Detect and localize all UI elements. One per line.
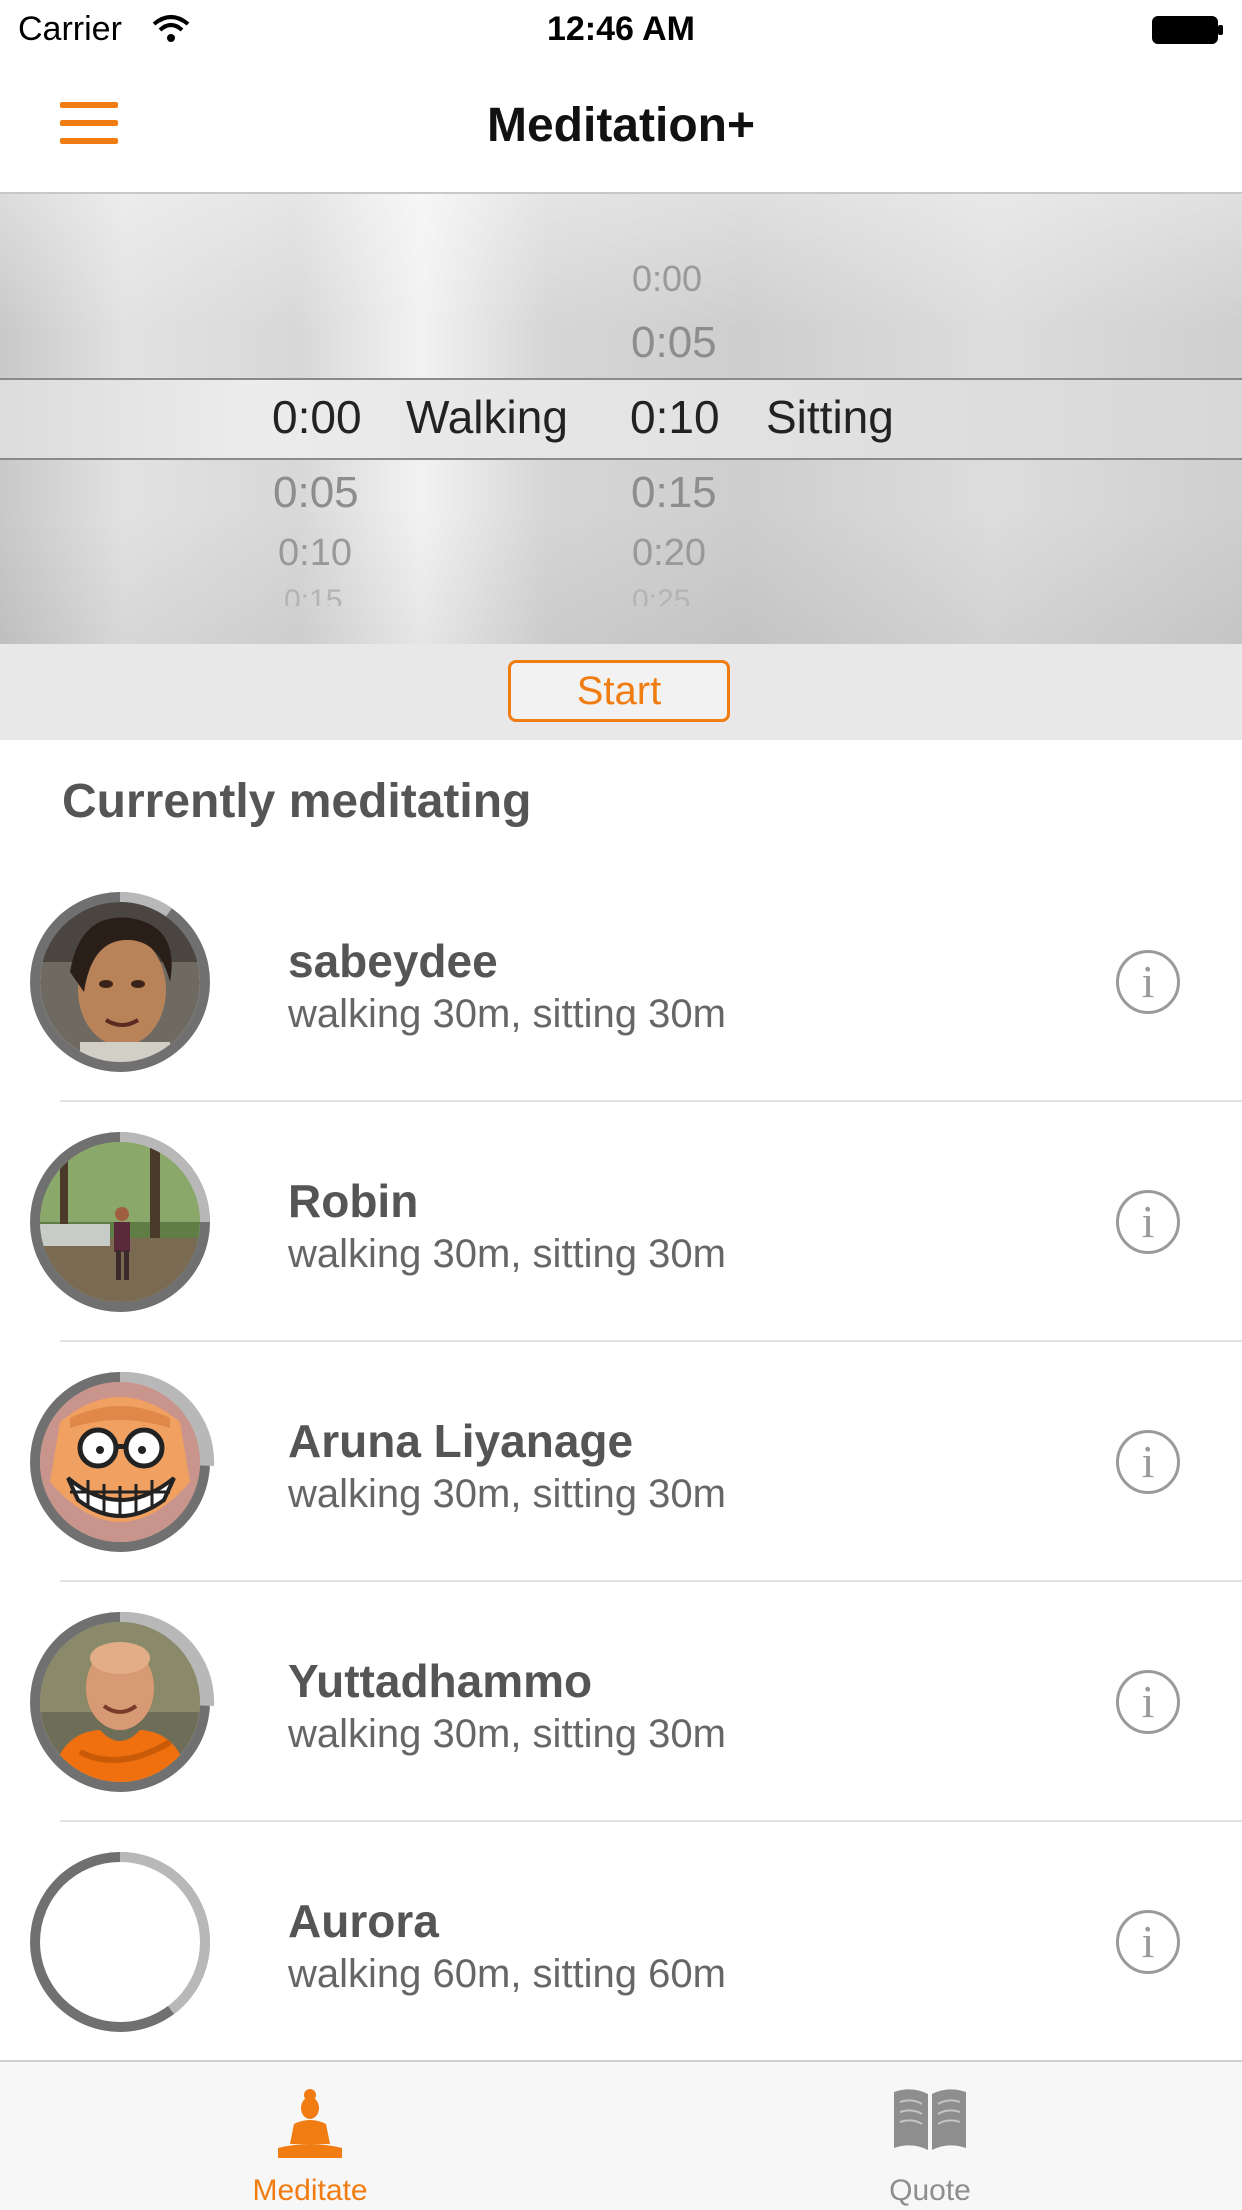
meditator-detail: walking 30m, sitting 30m xyxy=(288,1232,726,1276)
page-title: Meditation+ xyxy=(486,99,755,152)
duration-picker[interactable]: 0:00 Walking 0:05 0:10 0:15 0:00 0:05 0:… xyxy=(0,194,1242,644)
info-icon[interactable]: i xyxy=(1116,1430,1180,1494)
section-title: Currently meditating xyxy=(62,775,532,828)
meditator-name: Robin xyxy=(288,1175,419,1227)
sitting-label: Sitting xyxy=(766,391,894,443)
buddha-icon xyxy=(278,2089,342,2158)
tab-quote[interactable]: Quote xyxy=(780,2062,1080,2210)
meditator-name: sabeydee xyxy=(288,935,498,987)
list-item[interactable]: sabeydee walking 30m, sitting 30m i xyxy=(0,862,1242,1102)
avatar xyxy=(40,1382,200,1542)
sitting-option[interactable]: 0:25 xyxy=(632,584,690,606)
navigation-bar: Meditation+ xyxy=(0,60,1242,194)
book-icon xyxy=(894,2089,966,2150)
list-item[interactable]: Robin walking 30m, sitting 30m i xyxy=(0,1102,1242,1342)
meditator-name: Aurora xyxy=(288,1895,439,1947)
avatar xyxy=(40,902,200,1062)
sitting-option[interactable]: 0:20 xyxy=(632,532,706,575)
walking-label: Walking xyxy=(406,391,568,443)
start-button[interactable]: Start xyxy=(508,660,730,722)
status-bar: Carrier 12:46 AM xyxy=(0,0,1242,60)
start-bar: Start xyxy=(0,644,1242,740)
tab-label: Meditate xyxy=(252,2174,368,2207)
battery-icon xyxy=(1152,16,1223,44)
avatar xyxy=(40,1622,200,1782)
sitting-selected-value[interactable]: 0:10 xyxy=(630,390,720,444)
list-item[interactable]: Aurora walking 60m, sitting 60m i xyxy=(0,1822,1242,2062)
list-item[interactable]: Aruna Liyanage walking 30m, sitting 30m … xyxy=(0,1342,1242,1582)
walking-selected-value[interactable]: 0:00 xyxy=(272,390,362,444)
meditator-detail: walking 30m, sitting 30m xyxy=(288,1472,726,1516)
info-icon[interactable]: i xyxy=(1116,1910,1180,1974)
list-item[interactable]: Yuttadhammo walking 30m, sitting 30m i xyxy=(0,1582,1242,1822)
avatar xyxy=(40,1142,200,1302)
sitting-option[interactable]: 0:05 xyxy=(631,318,717,368)
tab-meditate[interactable]: Meditate xyxy=(160,2062,460,2210)
meditator-name: Yuttadhammo xyxy=(288,1655,593,1707)
info-icon[interactable]: i xyxy=(1116,1670,1180,1734)
meditator-name: Aruna Liyanage xyxy=(288,1415,634,1467)
walking-option[interactable]: 0:15 xyxy=(284,584,342,606)
meditator-detail: walking 30m, sitting 30m xyxy=(288,1712,726,1756)
sitting-option[interactable]: 0:15 xyxy=(631,468,717,518)
info-icon[interactable]: i xyxy=(1116,1190,1180,1254)
walking-option[interactable]: 0:10 xyxy=(278,532,352,575)
status-time: 12:46 AM xyxy=(546,10,696,48)
info-icon[interactable]: i xyxy=(1116,950,1180,1014)
tab-bar: Meditate Quote xyxy=(0,2060,1242,2210)
meditator-detail: walking 60m, sitting 60m xyxy=(288,1952,726,1996)
tab-label: Quote xyxy=(889,2174,971,2207)
progress-ring xyxy=(30,1852,211,2032)
meditator-detail: walking 30m, sitting 30m xyxy=(288,992,726,1036)
walking-option[interactable]: 0:05 xyxy=(273,468,359,518)
picker-selection-band xyxy=(0,378,1242,460)
sitting-option[interactable]: 0:00 xyxy=(632,258,702,300)
